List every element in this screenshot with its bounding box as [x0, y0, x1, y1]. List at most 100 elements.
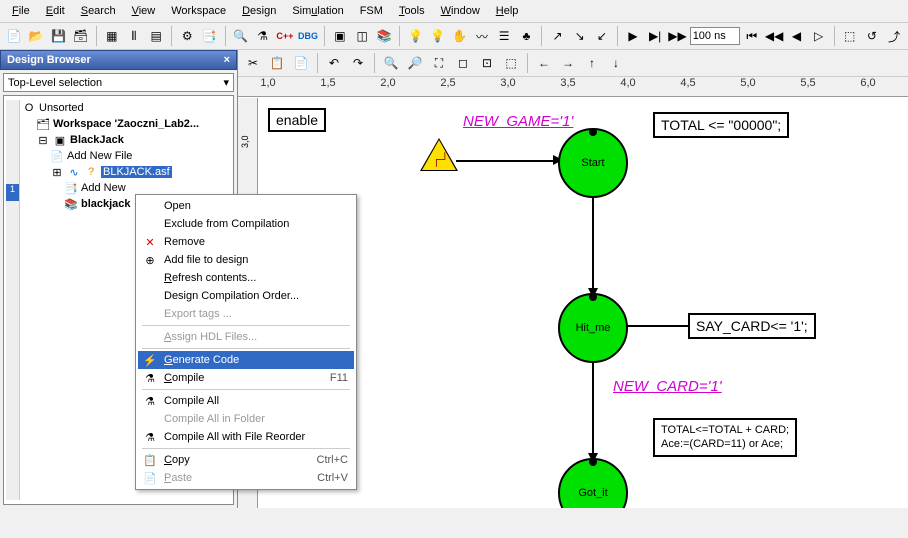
separator — [142, 348, 350, 349]
panel-title: Design Browser — [7, 54, 91, 66]
zoom-area-icon[interactable]: ⬚ — [500, 52, 522, 74]
paste-icon[interactable]: 📄 — [290, 52, 312, 74]
back-icon[interactable]: ◀ — [786, 25, 806, 47]
menu-edit[interactable]: Edit — [38, 2, 73, 20]
menu-search[interactable]: Search — [73, 2, 124, 20]
undo-icon[interactable]: ↶ — [323, 52, 345, 74]
misc2-icon[interactable]: ↺ — [862, 25, 882, 47]
ctx-exclude[interactable]: Exclude from Compilation — [138, 215, 354, 233]
top-level-combo[interactable]: Top-Level selection ▾ — [3, 73, 234, 92]
state-got-it[interactable]: Got_it — [558, 458, 628, 508]
arrow1-icon[interactable]: ↗ — [547, 25, 567, 47]
ctx-copy[interactable]: 📋CopyCtrl+C — [138, 451, 354, 469]
time-input[interactable] — [690, 27, 740, 45]
menu-simulation[interactable]: Simulation — [284, 2, 351, 20]
menu-workspace[interactable]: Workspace — [163, 2, 234, 20]
ctx-remove[interactable]: ✕Remove — [138, 233, 354, 251]
bulb-icon[interactable]: 💡 — [405, 25, 425, 47]
iii-icon[interactable]: ⦀ — [124, 25, 144, 47]
tree-blkjack-file[interactable]: ⊞ ∿ ? BLKJACK.asf — [20, 164, 231, 180]
misc1-icon[interactable]: ⬚ — [840, 25, 860, 47]
books-icon[interactable]: 📚 — [374, 25, 394, 47]
fwd-icon[interactable]: ▷ — [809, 25, 829, 47]
dbg-icon[interactable]: DBG — [297, 25, 319, 47]
first-icon[interactable]: ⏮ — [742, 25, 762, 47]
wave-icon[interactable]: 〰 — [472, 25, 492, 47]
tree-workspace[interactable]: 🗂 Workspace 'Zaoczni_Lab2... — [20, 116, 231, 132]
tree-label: Add New — [81, 182, 126, 194]
minus-icon[interactable]: ⊟ — [36, 133, 50, 147]
cut-icon[interactable]: ✂ — [242, 52, 264, 74]
action-total-update[interactable]: TOTAL<=TOTAL + CARD; Ace:=(CARD=11) or A… — [653, 418, 797, 457]
ctx-generate-code[interactable]: ⚡Generate Code — [138, 351, 354, 369]
prev-icon[interactable]: ◀◀ — [764, 25, 784, 47]
zoom-fit-icon[interactable]: ⛶ — [428, 52, 450, 74]
zoom-sel-icon[interactable]: ◻ — [452, 52, 474, 74]
zoom-in-icon[interactable]: 🔍 — [380, 52, 402, 74]
tree-icon[interactable]: ♣ — [516, 25, 536, 47]
cond-new-game[interactable]: NEW_GAME='1' — [463, 113, 573, 130]
menu-bar: File Edit Search View Workspace Design S… — [0, 0, 908, 23]
run-icon[interactable]: ▶▶ — [667, 25, 687, 47]
copy-icon[interactable]: 📋 — [266, 52, 288, 74]
ctx-open[interactable]: Open — [138, 197, 354, 215]
menu-help[interactable]: Help — [488, 2, 527, 20]
state-hit-me[interactable]: Hit_me — [558, 293, 628, 363]
enable-box[interactable]: enable — [268, 108, 326, 132]
menu-tools[interactable]: Tools — [391, 2, 433, 20]
nav-back-icon[interactable]: ← — [533, 52, 555, 74]
nav-fwd-icon[interactable]: → — [557, 52, 579, 74]
zoom-out-icon[interactable]: 🔎 — [404, 52, 426, 74]
ctx-compile-all[interactable]: ⚗Compile All — [138, 392, 354, 410]
nav-up-icon[interactable]: ↑ — [581, 52, 603, 74]
menu-file[interactable]: File — [4, 2, 38, 20]
redo-icon[interactable]: ↷ — [347, 52, 369, 74]
close-icon[interactable]: × — [224, 54, 230, 66]
grid-icon[interactable]: ▦ — [102, 25, 122, 47]
hand-icon[interactable]: ✋ — [450, 25, 470, 47]
matrix-icon[interactable]: ▤ — [146, 25, 166, 47]
arrow3-icon[interactable]: ↙ — [592, 25, 612, 47]
tree-unsorted[interactable]: O Unsorted — [20, 100, 231, 116]
gate-icon[interactable]: ◫ — [352, 25, 372, 47]
cpp-icon[interactable]: C++ — [275, 25, 295, 47]
book-icon[interactable]: 📑 — [199, 25, 219, 47]
plus-icon[interactable]: ⊞ — [50, 165, 64, 179]
action-total-init[interactable]: TOTAL <= "00000"; — [653, 112, 789, 138]
menu-design[interactable]: Design — [234, 2, 284, 20]
misc3-icon[interactable]: ⤴ — [884, 25, 904, 47]
new-icon[interactable]: 📄 — [4, 25, 24, 47]
list-icon[interactable]: ☰ — [494, 25, 514, 47]
cond-new-card[interactable]: NEW_CARD='1' — [613, 378, 722, 395]
action-say-card[interactable]: SAY_CARD<= '1'; — [688, 313, 816, 339]
ctx-compile[interactable]: ⚗CompileF11 — [138, 369, 354, 387]
ruler-tick: 6,0 — [860, 77, 875, 89]
ctx-add-file[interactable]: ⊕Add file to design — [138, 251, 354, 269]
shortcut: Ctrl+V — [317, 472, 348, 484]
ctx-compile-folder: Compile All in Folder — [138, 410, 354, 428]
menu-fsm[interactable]: FSM — [352, 2, 391, 20]
bulb2-icon[interactable]: 💡 — [428, 25, 448, 47]
ctx-compile-reorder[interactable]: ⚗Compile All with File Reorder — [138, 428, 354, 446]
step-icon[interactable]: ▶| — [645, 25, 665, 47]
ctx-dco[interactable]: Design Compilation Order... — [138, 287, 354, 305]
nav-down-icon[interactable]: ↓ — [605, 52, 627, 74]
chip-icon[interactable]: ▣ — [330, 25, 350, 47]
ctx-label: Design Compilation Order... — [164, 290, 299, 302]
ctx-refresh[interactable]: Refresh contents... — [138, 269, 354, 287]
save-icon[interactable]: 💾 — [48, 25, 68, 47]
gear-icon[interactable]: ⚙ — [177, 25, 197, 47]
menu-window[interactable]: Window — [433, 2, 488, 20]
play-icon[interactable]: ▶ — [623, 25, 643, 47]
zoom-100-icon[interactable]: ⊡ — [476, 52, 498, 74]
compile-icon[interactable]: ⚗ — [253, 25, 273, 47]
menu-view[interactable]: View — [124, 2, 164, 20]
context-menu: Open Exclude from Compilation ✕Remove ⊕A… — [135, 194, 357, 490]
open-icon[interactable]: 📂 — [26, 25, 46, 47]
tree-add-new-file[interactable]: 📄 Add New File — [20, 148, 231, 164]
arrow2-icon[interactable]: ↘ — [570, 25, 590, 47]
search-icon[interactable]: 🔍 — [230, 25, 250, 47]
state-start[interactable]: Start — [558, 128, 628, 198]
tree-blackjack[interactable]: ⊟ ▣ BlackJack — [20, 132, 231, 148]
save-all-icon[interactable]: 🗃 — [71, 25, 91, 47]
